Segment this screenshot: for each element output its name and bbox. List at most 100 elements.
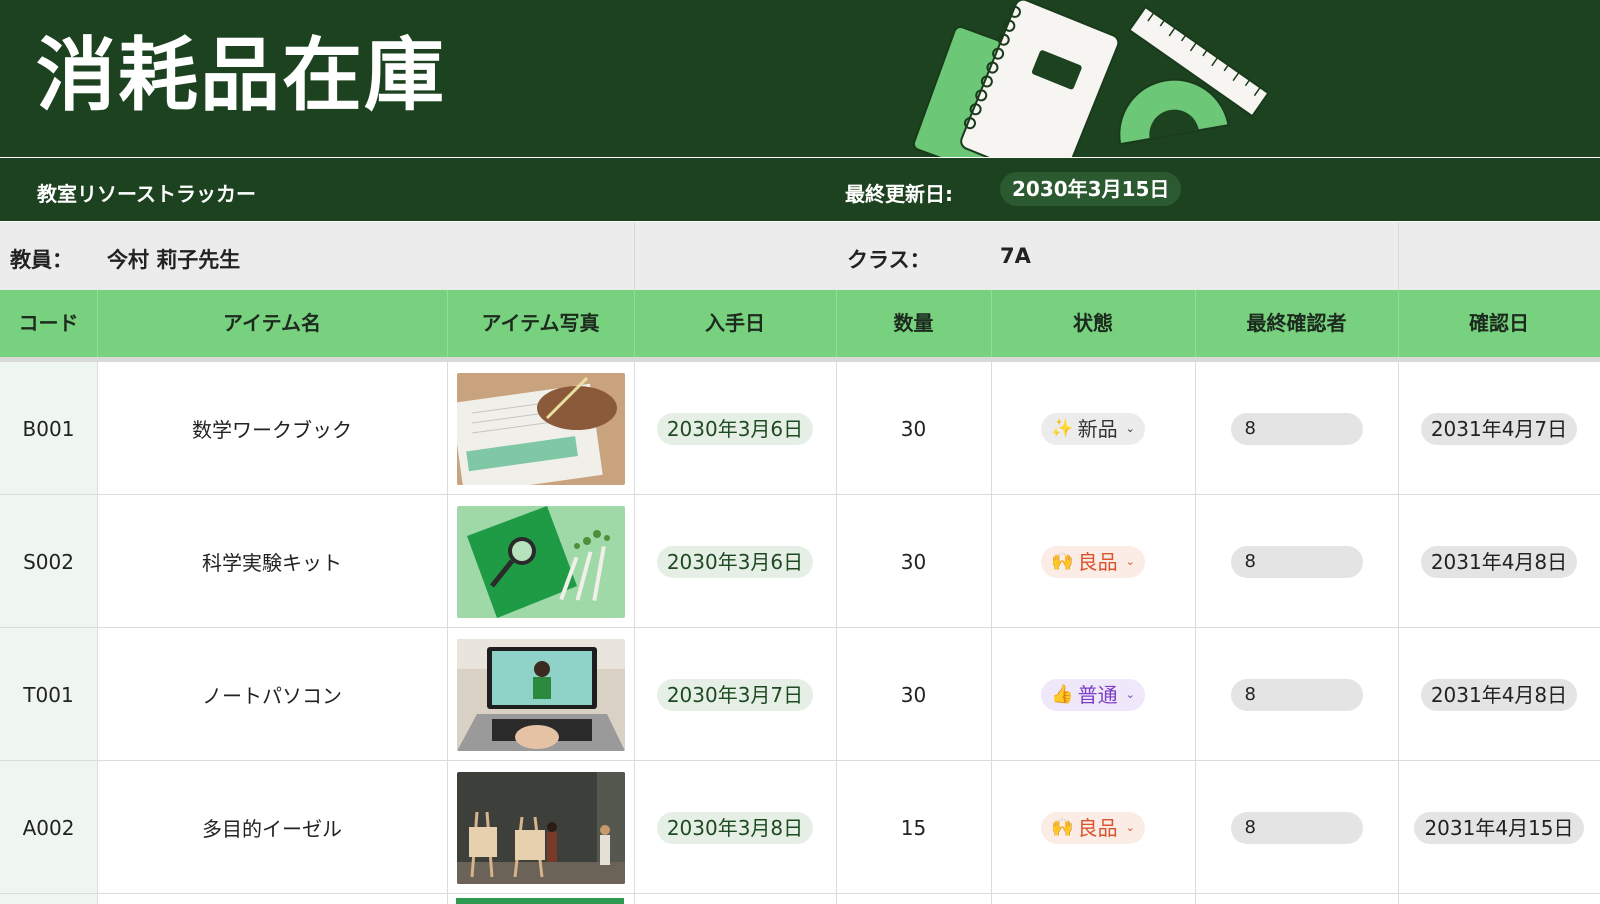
quantity[interactable]: 30 xyxy=(836,495,991,628)
column-header-last-checker[interactable]: 最終確認者 xyxy=(1195,290,1398,357)
chevron-down-icon: ⌄ xyxy=(1125,820,1135,834)
teacher-class-row: 教員： 今村 莉子先生 クラス： 7A xyxy=(0,222,1600,290)
status-label: 新品 xyxy=(1077,416,1118,441)
checked-date-cell[interactable]: 2031年4月7日 xyxy=(1398,362,1600,495)
table-row[interactable]: A002 多目的イーゼル 2030年3月8日 15 🙌 良品 ⌄ 8 2031年… xyxy=(0,761,1600,894)
subheader-bar: 教室リソーストラッカー 最終更新日: 2030年3月15日 xyxy=(0,158,1600,221)
status-dropdown[interactable]: ✨ 新品 ⌄ xyxy=(1041,412,1145,445)
laptop-photo xyxy=(456,638,625,751)
checked-date-cell[interactable]: 2031年4月8日 xyxy=(1398,628,1600,761)
table-row[interactable]: B001 数学ワークブック 2030年3月6日 30 ✨ 新品 ⌄ 8 2031… xyxy=(0,362,1600,495)
code-column-bg xyxy=(0,894,97,904)
checker-cell[interactable]: 8 xyxy=(1195,761,1398,894)
chevron-down-icon: ⌄ xyxy=(1125,554,1135,568)
info-divider xyxy=(634,222,635,290)
checked-date-cell[interactable]: 2031年4月8日 xyxy=(1398,495,1600,628)
column-header-item-name[interactable]: アイテム名 xyxy=(97,290,447,357)
item-name[interactable]: 多目的イーゼル xyxy=(97,761,447,894)
class-label: クラス： xyxy=(847,248,931,272)
table-row[interactable] xyxy=(0,894,1600,904)
item-code[interactable]: T001 xyxy=(0,628,97,761)
last-updated-value[interactable]: 2030年3月15日 xyxy=(1000,172,1182,206)
cell-divider xyxy=(97,894,98,904)
info-divider xyxy=(1398,222,1399,290)
quantity[interactable]: 30 xyxy=(836,628,991,761)
acquired-date-cell[interactable]: 2030年3月7日 xyxy=(634,628,836,761)
chevron-down-icon: ⌄ xyxy=(1125,687,1135,701)
cell-divider xyxy=(1195,894,1196,904)
inventory-table-body: B001 数学ワークブック 2030年3月6日 30 ✨ 新品 ⌄ 8 2031… xyxy=(0,362,1600,904)
thumbs-up-icon: 👍 xyxy=(1051,683,1074,705)
status-dropdown[interactable]: 🙌 良品 ⌄ xyxy=(1041,811,1145,844)
cell-divider xyxy=(991,894,992,904)
page-title: 消耗品在庫 xyxy=(36,29,446,122)
sparkles-icon: ✨ xyxy=(1051,417,1074,439)
acquired-date: 2030年3月7日 xyxy=(656,678,814,711)
checker-cell[interactable]: 8 xyxy=(1195,628,1398,761)
column-header-checked-date[interactable]: 確認日 xyxy=(1398,290,1600,357)
item-photo-cell[interactable] xyxy=(447,495,634,628)
item-code[interactable]: B001 xyxy=(0,362,97,495)
checker-chip: 8 xyxy=(1230,678,1363,711)
status-dropdown[interactable]: 🙌 良品 ⌄ xyxy=(1041,545,1145,578)
quantity[interactable]: 30 xyxy=(836,362,991,495)
status-label: 良品 xyxy=(1077,549,1118,574)
column-header-item-photo[interactable]: アイテム写真 xyxy=(447,290,634,357)
checked-date-cell[interactable]: 2031年4月15日 xyxy=(1398,761,1600,894)
header-banner: 消耗品在庫 xyxy=(0,0,1600,157)
workbook-photo xyxy=(456,372,625,485)
notebook-ruler-illustration xyxy=(912,0,1270,157)
last-updated-label: 最終更新日: xyxy=(845,182,953,206)
column-header-quantity[interactable]: 数量 xyxy=(836,290,991,357)
status-cell[interactable]: 🙌 良品 ⌄ xyxy=(991,761,1195,894)
next-photo-edge xyxy=(456,898,624,904)
status-cell[interactable]: 👍 普通 ⌄ xyxy=(991,628,1195,761)
item-code[interactable]: A002 xyxy=(0,761,97,894)
item-photo-cell[interactable] xyxy=(447,362,634,495)
cell-divider xyxy=(836,894,837,904)
checker-chip: 8 xyxy=(1230,811,1363,844)
item-photo-cell[interactable] xyxy=(447,628,634,761)
checker-chip: 8 xyxy=(1230,545,1363,578)
item-name[interactable]: 数学ワークブック xyxy=(97,362,447,495)
raised-hands-icon: 🙌 xyxy=(1051,550,1074,572)
item-name[interactable]: ノートパソコン xyxy=(97,628,447,761)
checked-date: 2031年4月15日 xyxy=(1414,811,1584,844)
checker-chip: 8 xyxy=(1230,412,1363,445)
raised-hands-icon: 🙌 xyxy=(1051,816,1074,838)
column-header-code[interactable]: コード xyxy=(0,290,97,357)
checker-cell[interactable]: 8 xyxy=(1195,495,1398,628)
cell-divider xyxy=(447,894,448,904)
status-label: 普通 xyxy=(1077,682,1118,707)
status-dropdown[interactable]: 👍 普通 ⌄ xyxy=(1041,678,1145,711)
item-code[interactable]: S002 xyxy=(0,495,97,628)
science-kit-photo xyxy=(456,505,625,618)
acquired-date-cell[interactable]: 2030年3月8日 xyxy=(634,761,836,894)
checked-date: 2031年4月8日 xyxy=(1420,678,1578,711)
status-cell[interactable]: 🙌 良品 ⌄ xyxy=(991,495,1195,628)
teacher-label: 教員： xyxy=(10,248,73,272)
class-value[interactable]: 7A xyxy=(1000,244,1031,268)
cell-divider xyxy=(634,894,635,904)
checker-cell[interactable]: 8 xyxy=(1195,362,1398,495)
acquired-date: 2030年3月6日 xyxy=(656,545,814,578)
tracker-subtitle: 教室リソーストラッカー xyxy=(37,182,256,206)
acquired-date: 2030年3月8日 xyxy=(656,811,814,844)
checked-date: 2031年4月8日 xyxy=(1420,545,1578,578)
table-row[interactable]: T001 ノートパソコン 2030年3月7日 30 👍 普通 ⌄ 8 2031年… xyxy=(0,628,1600,761)
status-label: 良品 xyxy=(1077,815,1118,840)
cell-divider xyxy=(1398,894,1399,904)
item-name[interactable]: 科学実験キット xyxy=(97,495,447,628)
easel-photo xyxy=(456,771,625,884)
item-photo-cell[interactable] xyxy=(447,761,634,894)
column-header-status[interactable]: 状態 xyxy=(991,290,1195,357)
status-cell[interactable]: ✨ 新品 ⌄ xyxy=(991,362,1195,495)
acquired-date-cell[interactable]: 2030年3月6日 xyxy=(634,495,836,628)
teacher-name[interactable]: 今村 莉子先生 xyxy=(107,244,240,274)
chevron-down-icon: ⌄ xyxy=(1125,421,1135,435)
quantity[interactable]: 15 xyxy=(836,761,991,894)
acquired-date-cell[interactable]: 2030年3月6日 xyxy=(634,362,836,495)
column-header-acquired-date[interactable]: 入手日 xyxy=(634,290,836,357)
acquired-date: 2030年3月6日 xyxy=(656,412,814,445)
table-row[interactable]: S002 科学実験キット 2030年3月6日 30 🙌 良品 ⌄ 8 2031年… xyxy=(0,495,1600,628)
